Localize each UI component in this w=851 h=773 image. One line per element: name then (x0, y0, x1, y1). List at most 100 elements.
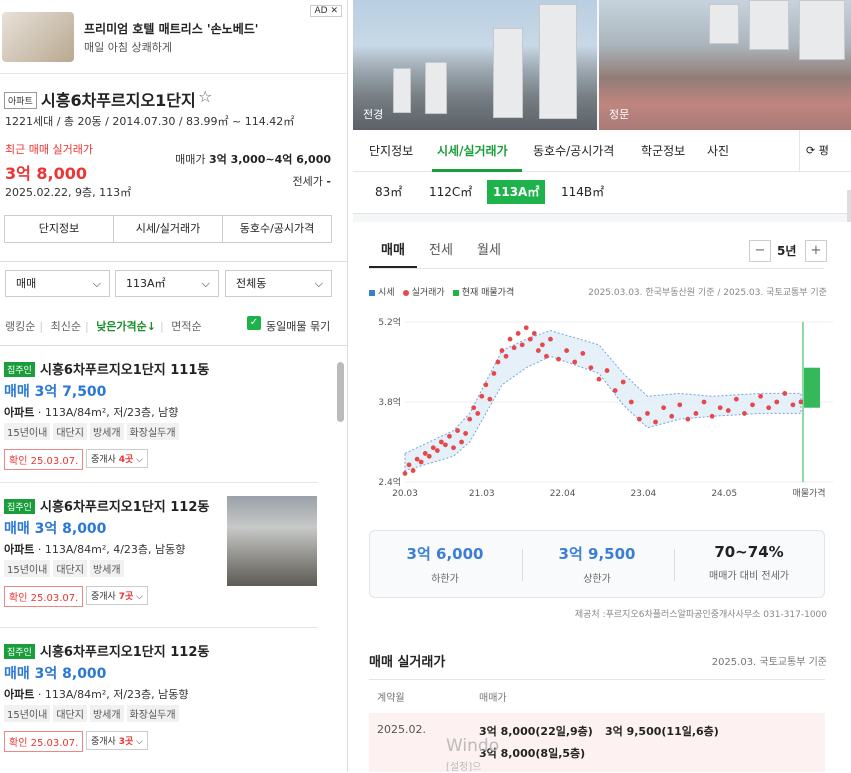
photo-overview[interactable]: 전경 (353, 0, 597, 130)
listing-spec: 아파트 · 113A/84m², 4/23층, 남동향 (4, 543, 186, 556)
listing-spec-type: 아파트 (4, 406, 35, 419)
scrollbar-thumb[interactable] (337, 362, 344, 422)
year-plus-button[interactable]: + (805, 240, 827, 262)
y-tick-label: 2.4억 (378, 476, 401, 488)
listing-panel: 프리미엄 호텔 매트리스 '손노베드' 매일 아침 상쾌하게 AD ✕ 아파트 … (0, 0, 348, 772)
deal-point (511, 345, 517, 351)
chart-tab-sale[interactable]: 매매 (381, 239, 405, 258)
tag: 15년이내 (4, 560, 51, 577)
stat-label: 상한가 (583, 574, 611, 585)
deal-point (685, 416, 691, 422)
tag: 화장실두개 (126, 705, 179, 722)
listing-name[interactable]: 시흥6차푸르지오1단지 111동 (40, 359, 209, 378)
year-minus-button[interactable]: − (749, 240, 771, 262)
sort-area[interactable]: 면적순 (171, 320, 201, 333)
ad-badge-label: AD (314, 6, 328, 16)
ad-title[interactable]: 프리미엄 호텔 매트리스 '손노베드' (84, 20, 258, 37)
legend-item: 시세 (369, 285, 395, 298)
agent-count-button[interactable]: 중개사 3곳 ⌵ (86, 731, 148, 750)
deal-point (406, 462, 412, 468)
agent-count: 7곳 (118, 592, 134, 602)
listing-tags: 15년이내 대단지 방세개 (4, 560, 124, 577)
close-icon[interactable]: ✕ (330, 6, 338, 16)
unit-toggle-label: 평 (818, 144, 829, 157)
deal-type-select[interactable]: 매매 ⌵ (5, 270, 110, 297)
detail-panel: 전경 정문 단지정보 시세/실거래가 동호수/공시가격 학군정보 사진 ⟳ 평 … (353, 0, 851, 772)
deal-point (733, 396, 739, 402)
size-tab[interactable]: 112C㎡ (423, 180, 478, 204)
area-select[interactable]: 113A㎡ ⌵ (115, 270, 219, 297)
deal-point (455, 428, 460, 433)
listing-photo[interactable] (227, 496, 317, 586)
agent-count-button[interactable]: 중개사 7곳 ⌵ (86, 586, 148, 605)
tab-price[interactable]: 시세/실거래가 (114, 216, 223, 242)
chevron-down-icon: ⌵ (136, 455, 143, 465)
tag: 15년이내 (4, 705, 51, 722)
deal-point (443, 442, 448, 448)
photo-gate[interactable]: 정문 (599, 0, 851, 130)
dong-select[interactable]: 전체동 ⌵ (225, 270, 332, 297)
detail-nav: 단지정보 시세/실거래가 동호수/공시가격 학군정보 사진 ⟳ 평 (353, 130, 851, 172)
sort-latest[interactable]: 최신순 (51, 320, 81, 333)
chart-tab-monthly[interactable]: 월세 (477, 239, 501, 258)
price-card: 매매 전세 월세 − 5년 + 시세 실거래가 현재 매물가격 2025.03.… (353, 222, 851, 772)
listing-price: 매매 3억 8,000 (4, 666, 107, 682)
deal-entry: 3억 9,500(11일,6층) (605, 725, 719, 738)
listing-spec-type: 아파트 (4, 688, 35, 701)
deal-point (459, 439, 464, 445)
deal-point (471, 405, 477, 411)
jeonse-label: 전세가 (292, 175, 323, 188)
owner-badge: 집주인 (4, 644, 35, 659)
same-merge-label[interactable]: 동일매물 묶기 (266, 318, 330, 334)
tab-price[interactable]: 시세/실거래가 (437, 142, 508, 159)
tag: 방세개 (89, 423, 124, 440)
owner-badge: 집주인 (4, 499, 35, 514)
stat-label: 매매가 대비 전세가 (709, 571, 789, 582)
sort-ranking[interactable]: 랭킹순 (5, 320, 35, 333)
tab-school[interactable]: 학군정보 (641, 142, 685, 159)
listing-name[interactable]: 시흥6차푸르지오1단지 112동 (40, 641, 209, 660)
tag: 방세개 (89, 560, 124, 577)
tab-photos[interactable]: 사진 (707, 142, 729, 159)
photo-label: 정문 (609, 108, 630, 121)
ad-subtitle: 매일 아침 상쾌하게 (84, 41, 172, 54)
tab-complex-info[interactable]: 단지정보 (369, 142, 413, 159)
deal-point (693, 411, 699, 416)
ad-banner[interactable]: 프리미엄 호텔 매트리스 '손노베드' 매일 아침 상쾌하게 AD ✕ (0, 0, 347, 74)
tab-unit-price[interactable]: 동호수/공시가격 (533, 142, 614, 159)
deal-point (467, 416, 473, 422)
deal-point (725, 408, 731, 413)
deal-point (463, 431, 469, 436)
deal-point (701, 399, 707, 405)
listing-name[interactable]: 시흥6차푸르지오1단지 112동 (40, 496, 209, 515)
deal-point (426, 453, 432, 459)
chart-tab-jeonse[interactable]: 전세 (429, 239, 453, 258)
x-tick-label: 22.04 (550, 489, 576, 499)
star-icon[interactable]: ☆ (198, 87, 212, 106)
chevron-down-icon: ⌵ (314, 277, 323, 290)
same-merge-checkbox[interactable]: ✓ (247, 316, 261, 330)
listing-price: 매매 3억 7,500 (4, 384, 107, 400)
divider (0, 261, 347, 262)
sort-low-price[interactable]: 낮은가격순↓ (96, 320, 156, 333)
ad-thumbnail[interactable] (2, 12, 74, 62)
ad-badge[interactable]: AD ✕ (310, 5, 342, 17)
deal-point (766, 405, 772, 411)
deals-table-header: 계약월 매매가 (369, 679, 825, 713)
tab-unit-price[interactable]: 동호수/공시가격 (223, 216, 331, 242)
deal-point (661, 405, 667, 411)
size-tab[interactable]: 83㎡ (369, 180, 408, 204)
agent-count-button[interactable]: 중개사 4곳 ⌵ (86, 449, 148, 468)
tab-complex-info[interactable]: 단지정보 (5, 216, 114, 242)
tag: 화장실두개 (126, 423, 179, 440)
size-tab-active[interactable]: 113A㎡ (487, 180, 546, 204)
unit-toggle-button[interactable]: ⟳ 평 (799, 130, 851, 172)
confirm-date: 확인 25.03.07. (4, 586, 84, 607)
complex-tab-buttons: 단지정보 시세/실거래가 동호수/공시가격 (4, 215, 332, 243)
deal-point (580, 351, 586, 356)
chart-legend: 시세 실거래가 현재 매물가격 (369, 285, 514, 298)
stat-value: 3억 9,500 (558, 545, 636, 563)
stat-label: 하한가 (431, 574, 459, 585)
size-tab[interactable]: 114B㎡ (555, 180, 610, 204)
listing-spec-type: 아파트 (4, 543, 35, 556)
